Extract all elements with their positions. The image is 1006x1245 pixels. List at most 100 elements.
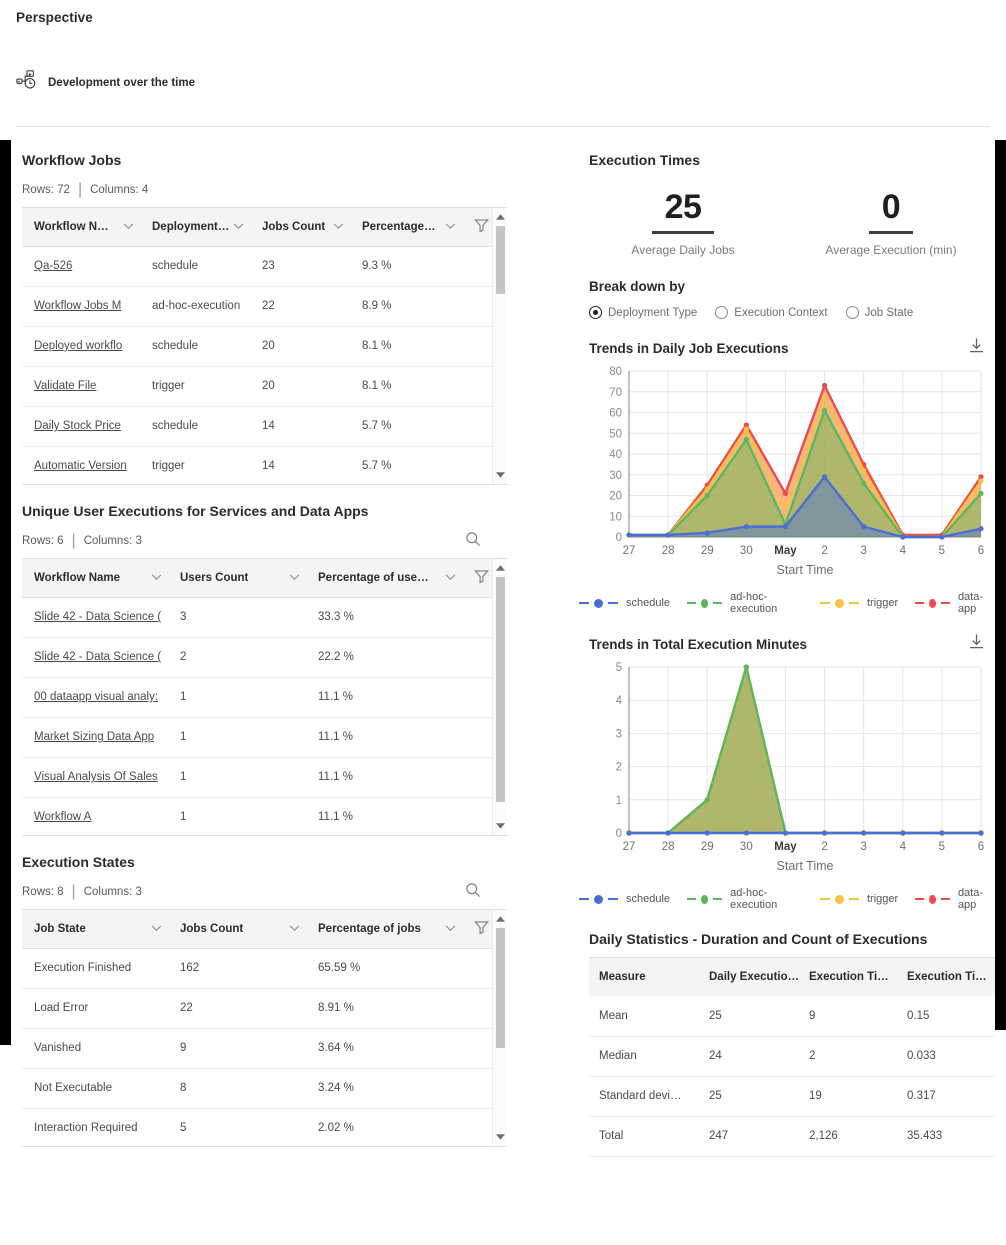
workflow-link[interactable]: Deployed workflo (34, 340, 122, 352)
cell-pct: 22.2 % (306, 637, 462, 678)
table-row[interactable]: Execution Finished 162 65.59 % (22, 948, 507, 989)
cell-workflow-name[interactable]: Slide 42 - Data Science ( (22, 597, 168, 638)
workflow-link[interactable]: Workflow A (34, 811, 91, 823)
table-row[interactable]: Workflow Jobs M ad-hoc-execution 22 8.9 % (22, 286, 507, 327)
radio-indicator[interactable] (715, 306, 729, 319)
search-icon[interactable] (465, 882, 481, 903)
cell-workflow-name[interactable]: Visual Analysis Of Sales (22, 757, 168, 798)
perspective-card[interactable]: Development over the time (16, 69, 990, 96)
table-scrollbar[interactable] (492, 910, 507, 1146)
col-users-count[interactable]: Users Count (168, 559, 306, 598)
scrollbar-thumb[interactable] (496, 928, 505, 1048)
download-icon[interactable] (968, 633, 985, 655)
chevron-down-icon[interactable] (151, 923, 162, 935)
svg-text:27: 27 (623, 841, 636, 853)
table-row[interactable]: Vanished 9 3.64 % (22, 1028, 507, 1069)
chevron-down-icon[interactable] (233, 221, 244, 233)
table-scrollbar[interactable] (492, 559, 507, 835)
legend-item-trigger[interactable]: trigger (820, 597, 898, 609)
chevron-down-icon[interactable] (123, 221, 134, 233)
chevron-down-icon[interactable] (151, 572, 162, 584)
scroll-up-icon[interactable] (493, 912, 508, 926)
workflow-link[interactable]: Automatic Version (34, 460, 127, 472)
workflow-link[interactable]: Market Sizing Data App (34, 731, 154, 743)
radio-indicator[interactable] (845, 306, 859, 319)
table-scrollbar[interactable] (492, 208, 507, 484)
table-row[interactable]: Automatic Version trigger 14 5.7 % (22, 446, 507, 486)
cell-workflow-name[interactable]: Automatic Version (22, 446, 140, 486)
workflow-link[interactable]: Visual Analysis Of Sales (34, 771, 158, 783)
table-row[interactable]: Qa-526 schedule 23 9.3 % (22, 246, 507, 287)
workflow-link[interactable]: Validate File (34, 380, 96, 392)
col-job-state[interactable]: Job State (22, 910, 168, 949)
chevron-down-icon[interactable] (445, 923, 456, 935)
radio-indicator[interactable] (589, 306, 602, 319)
legend-item-trigger[interactable]: trigger (820, 893, 898, 905)
workflow-link[interactable]: Workflow Jobs M (34, 300, 121, 312)
chevron-down-icon[interactable] (333, 221, 344, 233)
scrollbar-thumb[interactable] (496, 226, 505, 294)
cell-c3: 0.15 (897, 996, 995, 1037)
cell-count: 22 (250, 286, 350, 327)
download-icon[interactable] (968, 337, 985, 359)
col-jobs-count[interactable]: Jobs Count (250, 208, 350, 247)
cell-workflow-name[interactable]: Workflow Jobs M (22, 286, 140, 327)
svg-text:4: 4 (900, 841, 907, 853)
cell-workflow-name[interactable]: Market Sizing Data App (22, 717, 168, 758)
cell-workflow-name[interactable]: Validate File (22, 366, 140, 407)
radio-execution-context[interactable]: Execution Context (715, 306, 828, 319)
col-workflow-name[interactable]: Workflow Name (22, 559, 168, 598)
scroll-down-icon[interactable] (493, 819, 508, 833)
scroll-up-icon[interactable] (493, 210, 508, 224)
table-row[interactable]: Visual Analysis Of Sales 1 11.1 % (22, 757, 507, 798)
table-row[interactable]: Market Sizing Data App 1 11.1 % (22, 717, 507, 758)
legend-item-ad-hoc-execution[interactable]: ad-hoc-execution (687, 887, 803, 911)
table-row[interactable]: Deployed workflo schedule 20 8.1 % (22, 326, 507, 367)
col-workflow-name[interactable]: Workflow N… (22, 208, 140, 247)
cell-workflow-name[interactable]: Deployed workflo (22, 326, 140, 367)
scroll-down-icon[interactable] (493, 1130, 508, 1144)
col-percentage[interactable]: Percentage… (350, 208, 462, 247)
cell-users: 1 (168, 677, 306, 718)
cell-workflow-name[interactable]: Slide 42 - Data Science ( (22, 637, 168, 678)
scroll-down-icon[interactable] (493, 468, 508, 482)
cell-count: 14 (250, 406, 350, 447)
chevron-down-icon[interactable] (289, 923, 300, 935)
table-row[interactable]: Workflow A 1 11.1 % (22, 797, 507, 837)
table-row[interactable]: Daily Stock Price schedule 14 5.7 % (22, 406, 507, 447)
col-percentage-users[interactable]: Percentage of use… (306, 559, 462, 598)
cell-workflow-name[interactable]: Workflow A (22, 797, 168, 837)
table-row[interactable]: Load Error 22 8.91 % (22, 988, 507, 1029)
legend-item-schedule[interactable]: schedule (579, 597, 670, 609)
cell-workflow-name[interactable]: 00 dataapp visual analy: (22, 677, 168, 718)
cell-workflow-name[interactable]: Daily Stock Price (22, 406, 140, 447)
radio-job-state[interactable]: Job State (845, 306, 913, 319)
search-icon[interactable] (465, 531, 481, 552)
cell-workflow-name[interactable]: Qa-526 (22, 246, 140, 287)
col-percentage-jobs[interactable]: Percentage of jobs (306, 910, 462, 949)
table-row[interactable]: 00 dataapp visual analy: 1 11.1 % (22, 677, 507, 718)
radio-deployment-type[interactable]: Deployment Type (589, 306, 697, 319)
legend-item-data-app[interactable]: data-app (915, 887, 995, 911)
chevron-down-icon[interactable] (289, 572, 300, 584)
chevron-down-icon[interactable] (445, 572, 456, 584)
workflow-link[interactable]: Daily Stock Price (34, 420, 121, 432)
workflow-link[interactable]: Slide 42 - Data Science ( (34, 611, 161, 623)
scroll-up-icon[interactable] (493, 561, 508, 575)
chevron-down-icon[interactable] (445, 221, 456, 233)
table-row[interactable]: Slide 42 - Data Science (3 33.3 % (22, 597, 507, 638)
legend-item-ad-hoc-execution[interactable]: ad-hoc-execution (687, 591, 803, 615)
legend-item-schedule[interactable]: schedule (579, 893, 670, 905)
legend-item-data-app[interactable]: data-app (915, 591, 995, 615)
table-row[interactable]: Not Executable 8 3.24 % (22, 1068, 507, 1109)
table-row[interactable]: Interaction Required 5 2.02 % (22, 1108, 507, 1148)
table-row[interactable]: Slide 42 - Data Science (2 22.2 % (22, 637, 507, 678)
svg-text:28: 28 (662, 841, 675, 853)
col-jobs-count[interactable]: Jobs Count (168, 910, 306, 949)
workflow-link[interactable]: 00 dataapp visual analy: (34, 691, 158, 703)
scrollbar-thumb[interactable] (496, 577, 505, 802)
workflow-link[interactable]: Qa-526 (34, 260, 72, 272)
table-row[interactable]: Validate File trigger 20 8.1 % (22, 366, 507, 407)
workflow-link[interactable]: Slide 42 - Data Science ( (34, 651, 161, 663)
col-deployment-type[interactable]: Deployment… (140, 208, 250, 247)
